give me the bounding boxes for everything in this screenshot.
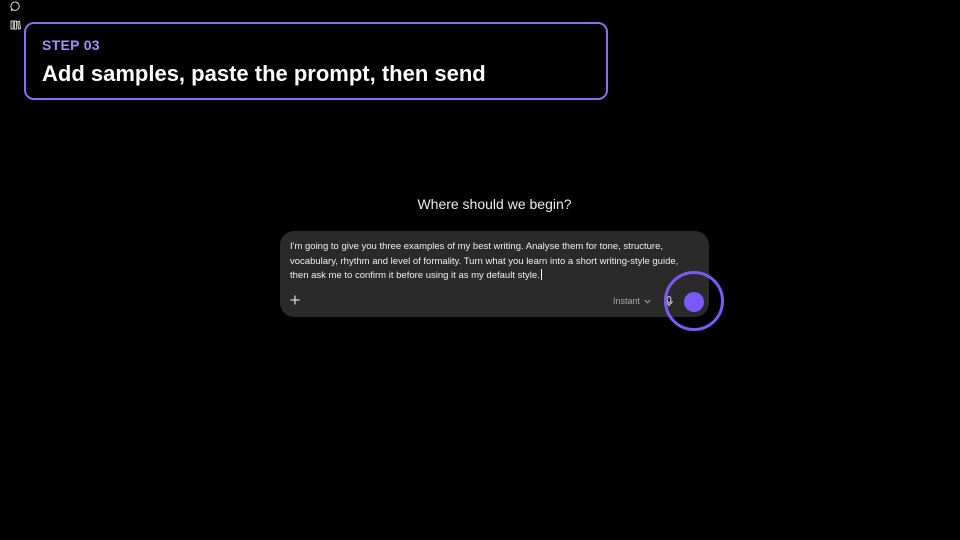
- model-selector-label: Instant: [613, 296, 641, 306]
- send-button[interactable]: [684, 292, 704, 312]
- model-selector[interactable]: Instant: [613, 296, 651, 306]
- chevron-down-icon: [644, 299, 651, 304]
- library-icon[interactable]: [9, 19, 21, 31]
- prompt-input[interactable]: I'm going to give you three examples of …: [290, 240, 698, 284]
- plus-icon: [290, 295, 300, 305]
- step-title: Add samples, paste the prompt, then send: [42, 61, 486, 86]
- microphone-button[interactable]: [664, 295, 674, 307]
- app-window: STEP 03 Add samples, paste the prompt, t…: [0, 0, 960, 540]
- text-caret: [540, 269, 542, 280]
- new-chat-icon[interactable]: [9, 0, 21, 12]
- greeting-heading: Where should we begin?: [417, 196, 572, 212]
- step-callout: STEP 03 Add samples, paste the prompt, t…: [24, 22, 608, 100]
- prompt-text: I'm going to give you three examples of …: [290, 241, 679, 281]
- step-number: STEP 03: [42, 37, 100, 53]
- microphone-icon: [665, 295, 673, 306]
- prompt-composer[interactable]: I'm going to give you three examples of …: [280, 231, 709, 317]
- add-attachment-button[interactable]: [288, 293, 302, 307]
